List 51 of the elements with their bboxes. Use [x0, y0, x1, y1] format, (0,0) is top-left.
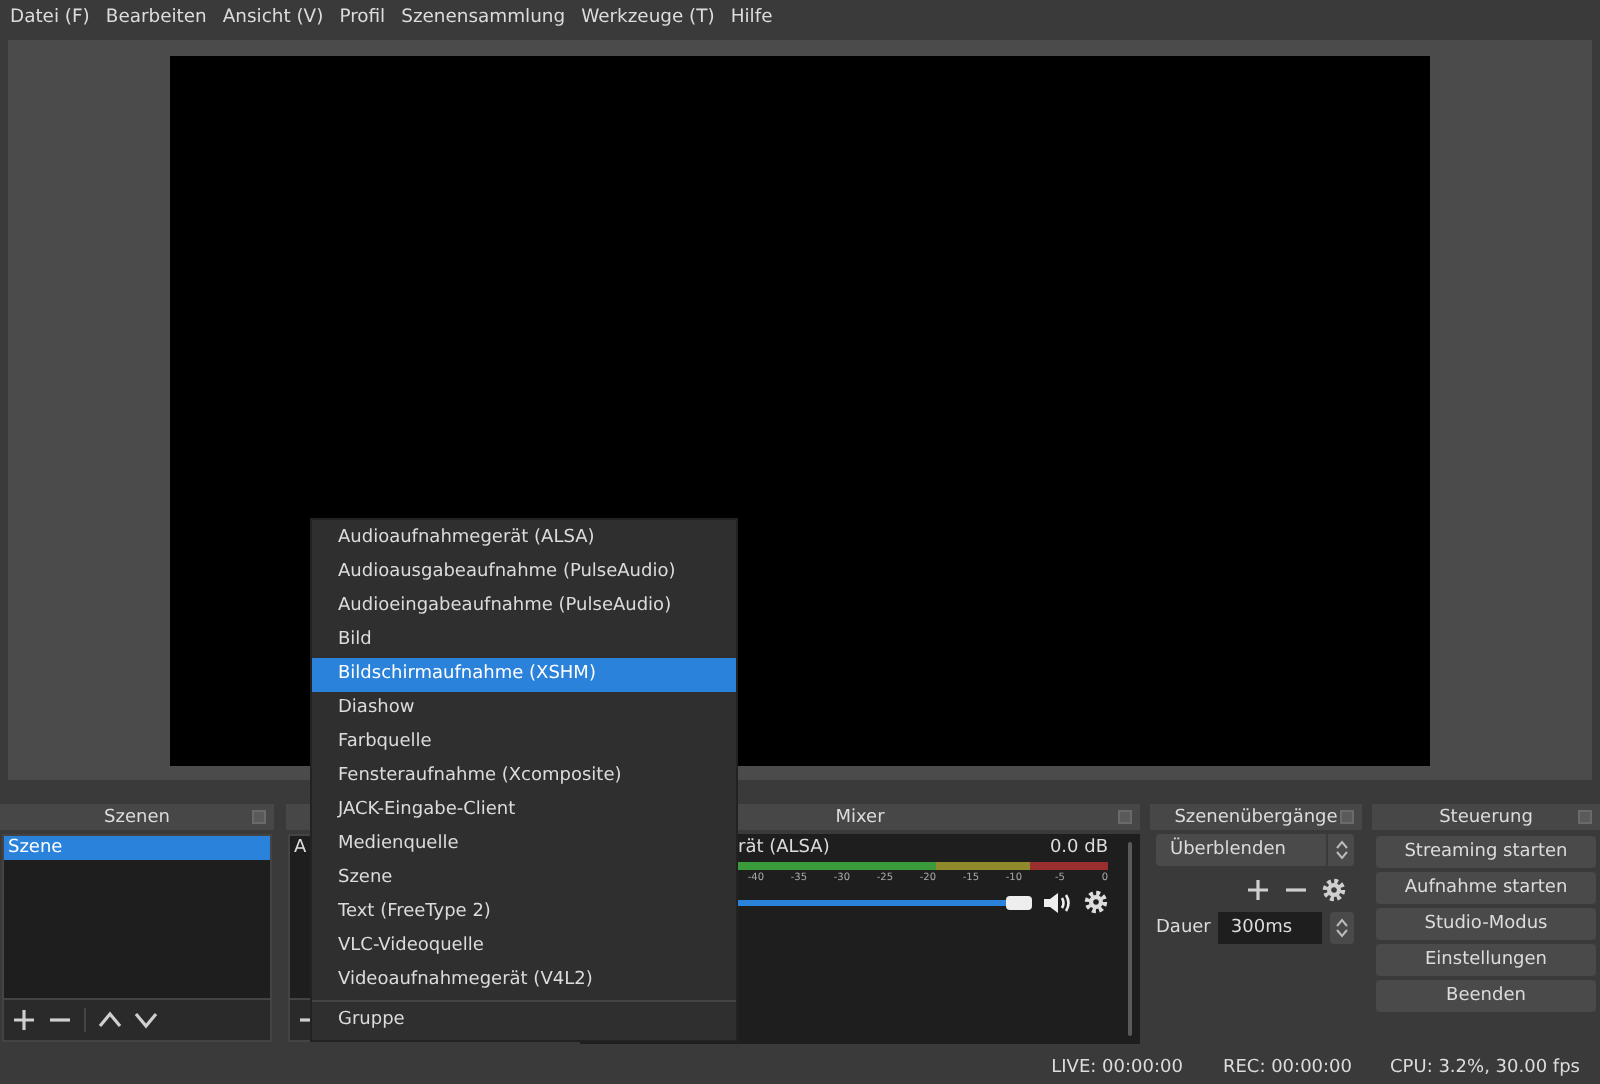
- menu-option[interactable]: Farbquelle: [312, 726, 736, 760]
- menu-item[interactable]: Bearbeiten: [97, 5, 215, 27]
- menu-option[interactable]: Bild: [312, 624, 736, 658]
- transition-dropdown[interactable]: Überblenden: [1156, 834, 1354, 866]
- menu-option[interactable]: Bildschirmaufnahme (XSHM): [312, 658, 736, 692]
- menu-option[interactable]: Szene: [312, 862, 736, 896]
- settings-icon[interactable]: [1084, 890, 1108, 914]
- rec-timer: REC: 00:00:00: [1222, 1058, 1353, 1078]
- slider-thumb[interactable]: [1006, 895, 1032, 909]
- performance-stats: CPU: 3.2%, 30.00 fps: [1390, 1058, 1580, 1078]
- plus-icon[interactable]: [12, 1008, 36, 1032]
- settings-icon[interactable]: [1322, 878, 1346, 902]
- control-button[interactable]: Aufnahme starten: [1376, 872, 1596, 904]
- menu-item[interactable]: Ansicht (V): [214, 5, 332, 27]
- channel-reading: 0.0 dB: [1049, 838, 1108, 858]
- menu-option[interactable]: VLC-Videoquelle: [312, 930, 736, 964]
- menu-option[interactable]: Audioeingabeaufnahme (PulseAudio): [312, 590, 736, 624]
- menu-item[interactable]: Hilfe: [722, 5, 781, 27]
- menu-option[interactable]: Audioausgabeaufnahme (PulseAudio): [312, 556, 736, 590]
- menu-option[interactable]: Diashow: [312, 692, 736, 726]
- dock-title: Szenenübergänge: [1174, 807, 1338, 827]
- live-timer: LIVE: 00:00:00: [1051, 1058, 1183, 1078]
- menu-item[interactable]: Szenensammlung: [393, 5, 574, 27]
- menu-option[interactable]: Videoaufnahmegerät (V4L2): [312, 964, 736, 998]
- menu-option[interactable]: Gruppe: [312, 1004, 736, 1038]
- spin-button[interactable]: [1330, 912, 1354, 944]
- speaker-icon[interactable]: [1044, 891, 1072, 913]
- scene-item[interactable]: Szene: [4, 836, 270, 860]
- menu-option[interactable]: Audioaufnahmegerät (ALSA): [312, 522, 736, 556]
- menu-option[interactable]: Fensteraufnahme (Xcomposite): [312, 760, 736, 794]
- spin-arrows-icon[interactable]: [1335, 840, 1347, 860]
- control-button[interactable]: Beenden: [1376, 980, 1596, 1012]
- control-button[interactable]: Studio-Modus: [1376, 908, 1596, 940]
- menu-item[interactable]: Werkzeuge (T): [573, 5, 723, 27]
- control-button[interactable]: Streaming starten: [1376, 836, 1596, 868]
- menu-option[interactable]: Text (FreeType 2): [312, 896, 736, 930]
- plus-icon[interactable]: [1246, 878, 1270, 902]
- menu-option[interactable]: Medienquelle: [312, 828, 736, 862]
- menu-option[interactable]: JACK-Eingabe-Client: [312, 794, 736, 828]
- dock-title: Mixer: [835, 807, 885, 827]
- spin-arrows-icon[interactable]: [1336, 918, 1349, 938]
- channel-name: rät (ALSA): [738, 838, 830, 858]
- duration-field[interactable]: 300ms: [1218, 912, 1323, 944]
- menu-item[interactable]: Profil: [331, 5, 394, 27]
- control-button[interactable]: Einstellungen: [1376, 944, 1596, 976]
- dock-title: Steuerung: [1439, 807, 1533, 827]
- menu-item[interactable]: Datei (F): [2, 5, 98, 27]
- duration-label: Dauer: [1156, 918, 1211, 938]
- dock-title: Szenen: [104, 807, 170, 827]
- chevron-up-icon[interactable]: [98, 1008, 122, 1032]
- chevron-down-icon[interactable]: [134, 1008, 158, 1032]
